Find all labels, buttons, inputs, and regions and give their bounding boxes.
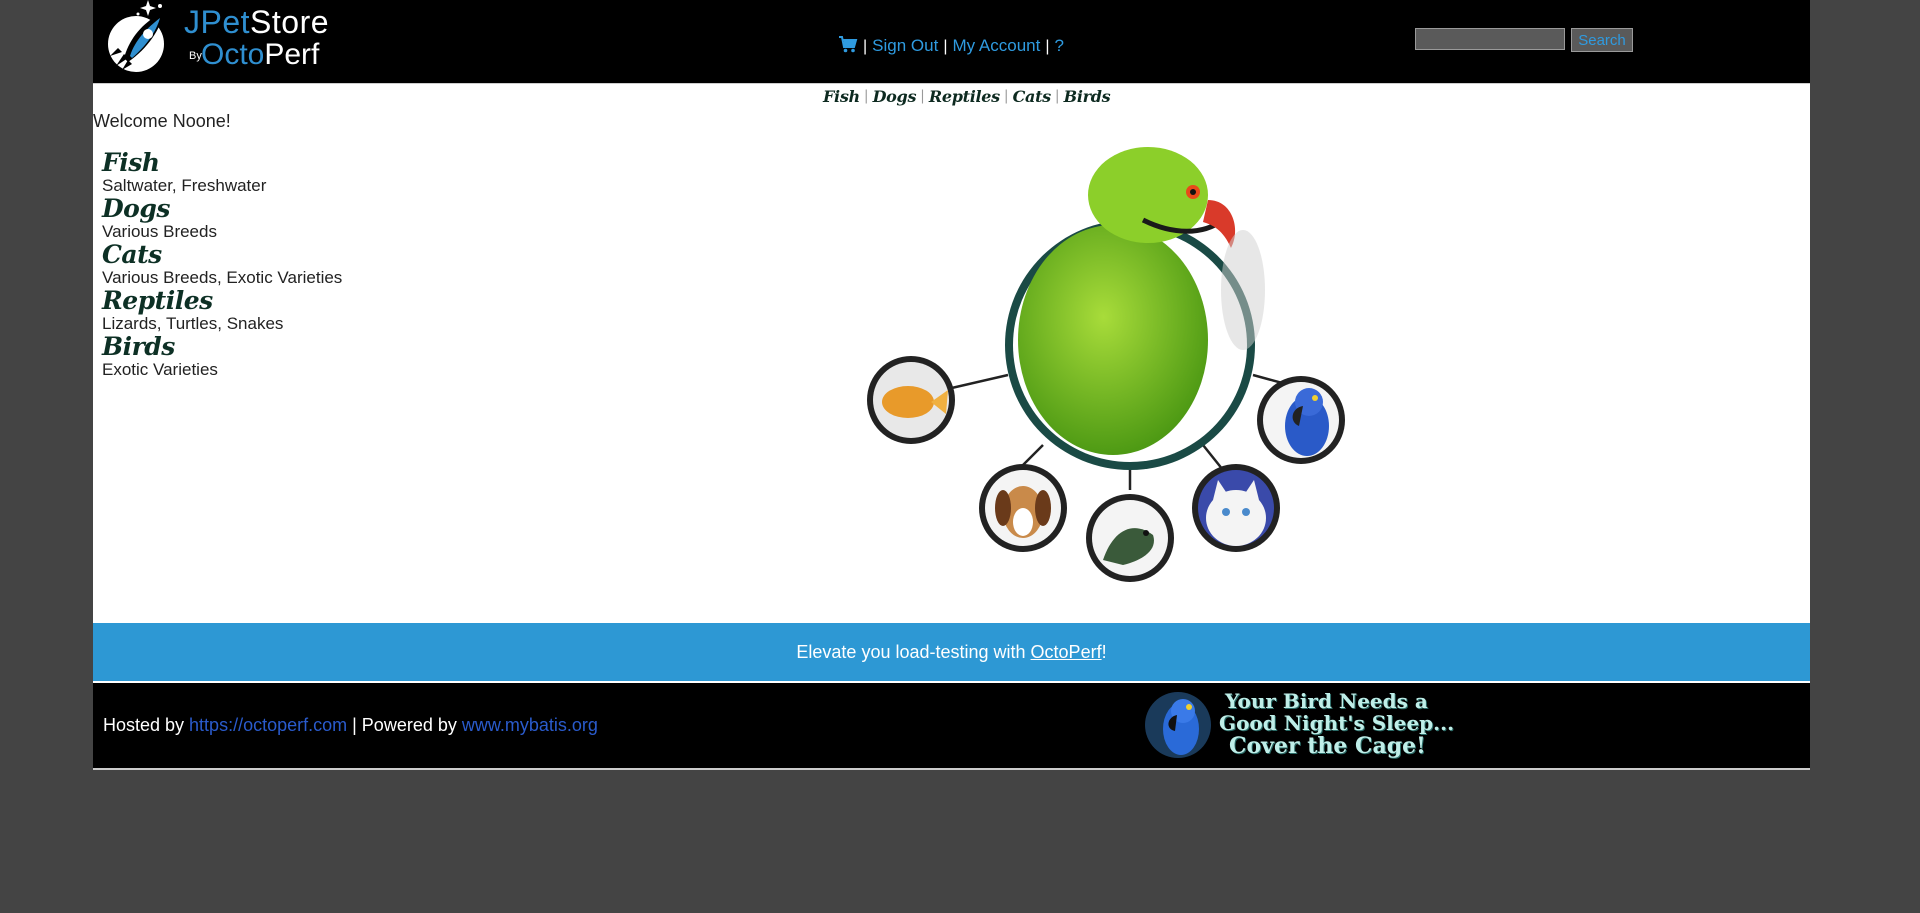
sidebar-link-reptiles[interactable]: Reptiles (102, 286, 213, 316)
welcome-message: Welcome Noone! (93, 111, 231, 131)
cart-icon[interactable] (838, 34, 858, 54)
octoperf-link[interactable]: OctoPerf (1031, 642, 1102, 663)
footer: Hosted by https://octoperf.com | Powered… (93, 683, 1810, 770)
sidebar-link-fish[interactable]: Fish (102, 148, 160, 178)
search-input[interactable] (1415, 28, 1565, 50)
quicklink-birds[interactable]: Birds (1064, 87, 1111, 106)
sidebar-item-birds: Birds Exotic Varieties (102, 332, 402, 379)
reptile-thumbnail[interactable] (1086, 494, 1174, 582)
sidebar-desc-cats: Various Breeds, Exotic Varieties (102, 268, 343, 287)
quicklink-separator: | (1054, 88, 1060, 104)
sidebar-link-dogs[interactable]: Dogs (102, 194, 170, 224)
menu-separator: | (943, 38, 948, 55)
my-account-link[interactable]: My Account (952, 36, 1040, 56)
logo-word-jpet: JPet (184, 4, 251, 40)
promo-bar: Elevate you load-testing with OctoPerf! (93, 623, 1810, 681)
menu-separator: | (1045, 38, 1050, 55)
powered-by-label: | Powered by (347, 715, 462, 735)
macaw-thumbnail[interactable] (1257, 376, 1345, 464)
search-form: Search (1415, 28, 1633, 52)
help-link[interactable]: ? (1055, 36, 1064, 56)
quick-links: Fish | Dogs | Reptiles | Cats | Birds (823, 86, 1111, 106)
powered-by: Hosted by https://octoperf.com | Powered… (103, 715, 598, 736)
sidebar: Fish Saltwater, Freshwater Dogs Various … (102, 148, 402, 379)
logo-word-perf: Perf (264, 38, 320, 71)
goldfish-thumbnail[interactable] (867, 356, 955, 444)
sidebar-item-cats: Cats Various Breeds, Exotic Varieties (102, 240, 402, 287)
quicklink-cats[interactable]: Cats (1013, 87, 1052, 106)
sidebar-item-fish: Fish Saltwater, Freshwater (102, 148, 402, 195)
cat-thumbnail[interactable] (1192, 464, 1280, 552)
dog-thumbnail[interactable] (979, 464, 1067, 552)
logo-by: By (189, 50, 202, 62)
promo-text: Elevate you load-testing with (796, 641, 1031, 662)
logo-wordmark: JPetStore By OctoPerf (184, 0, 344, 78)
quicklink-separator: | (920, 88, 925, 104)
banner-ad[interactable]: Your Bird Needs a Good Night's Sleep... … (1143, 685, 1473, 763)
menu-separator: | (863, 38, 868, 55)
sidebar-desc-fish: Saltwater, Freshwater (102, 176, 267, 195)
quicklink-separator: | (1003, 88, 1009, 104)
quicklink-reptiles[interactable]: Reptiles (929, 87, 1000, 106)
sidebar-link-cats[interactable]: Cats (102, 240, 162, 270)
sign-out-link[interactable]: Sign Out (872, 36, 938, 56)
menu-content: | Sign Out | My Account | ? (838, 30, 1064, 56)
octoperf-url-link[interactable]: https://octoperf.com (189, 715, 347, 735)
sidebar-desc-birds: Exotic Varieties (102, 360, 218, 379)
mybatis-link[interactable]: www.mybatis.org (462, 715, 598, 735)
page-container: JPetStore By OctoPerf | Sign Out | My Ac… (93, 0, 1810, 770)
logo-word-octo: Octo (201, 38, 265, 71)
promo-text-end: ! (1101, 641, 1107, 662)
banner-line-2: Good Night's Sleep... (1219, 711, 1455, 735)
banner-line-1: Your Bird Needs a (1225, 689, 1428, 713)
main-category-image (867, 147, 1345, 582)
jpetstore-logo[interactable]: JPetStore By OctoPerf (102, 0, 332, 78)
sidebar-item-dogs: Dogs Various Breeds (102, 194, 402, 241)
sidebar-link-birds[interactable]: Birds (102, 332, 175, 362)
header: JPetStore By OctoPerf | Sign Out | My Ac… (93, 0, 1810, 84)
quicklink-separator: | (863, 88, 869, 104)
search-button[interactable]: Search (1571, 28, 1633, 52)
logo-word-store: Store (250, 4, 330, 40)
sidebar-item-reptiles: Reptiles Lizards, Turtles, Snakes (102, 286, 402, 333)
quicklink-dogs[interactable]: Dogs (873, 87, 917, 106)
sidebar-desc-dogs: Various Breeds (102, 222, 217, 241)
rocket-logo-icon (108, 0, 164, 72)
quicklink-fish[interactable]: Fish (823, 87, 860, 106)
sidebar-desc-reptiles: Lizards, Turtles, Snakes (102, 314, 284, 333)
banner-line-3: Cover the Cage! (1229, 733, 1426, 759)
hosted-by-label: Hosted by (103, 715, 190, 735)
parrot-circle[interactable] (1005, 147, 1265, 470)
macaw-banner-icon (1145, 692, 1211, 758)
